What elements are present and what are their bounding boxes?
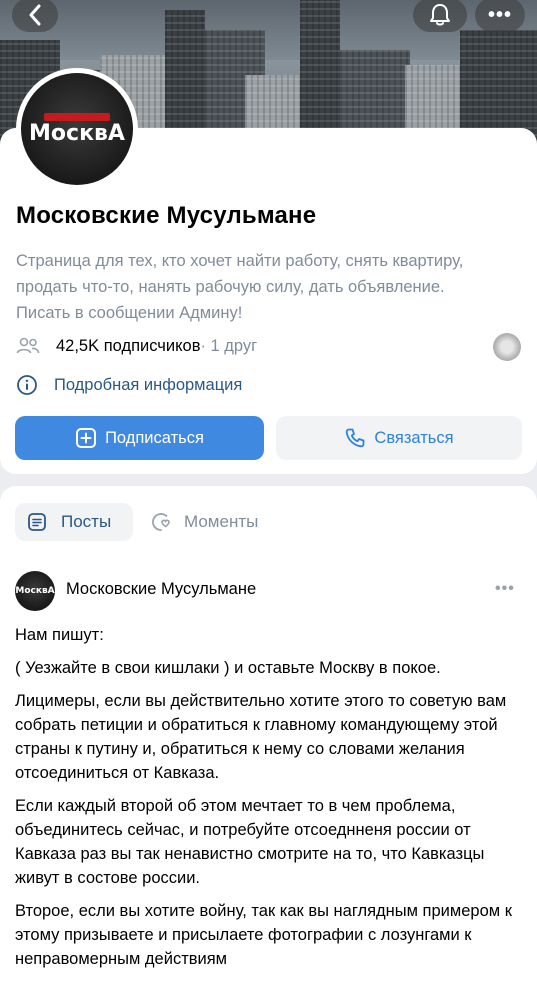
subscribe-button[interactable]: Подписаться bbox=[15, 416, 264, 460]
notifications-button[interactable] bbox=[413, 0, 467, 32]
avatar[interactable]: МосквА bbox=[16, 68, 138, 190]
info-icon bbox=[17, 375, 37, 395]
more-button[interactable]: ••• bbox=[475, 0, 525, 32]
post-paragraph: Второе, если вы хотите войну, так как вы… bbox=[15, 902, 512, 968]
friend-avatar[interactable] bbox=[493, 333, 521, 361]
avatar-logo-text: МосквА bbox=[29, 121, 125, 146]
post-avatar[interactable]: МосквА bbox=[15, 571, 55, 611]
page-title: Московские Мусульмане bbox=[16, 202, 317, 229]
page-description: Страница для тех, кто хочет найти работу… bbox=[16, 252, 464, 322]
plus-square-icon bbox=[76, 428, 97, 448]
moments-icon bbox=[152, 513, 170, 531]
contact-button[interactable]: Связаться bbox=[276, 416, 522, 460]
tab-posts-label: Посты bbox=[61, 512, 112, 531]
details-link[interactable]: Подробная информация bbox=[16, 374, 242, 396]
post-body: Нам пишут: ( Уезжайте в свои кишлаки ) и… bbox=[15, 623, 525, 980]
tab-posts[interactable]: Посты bbox=[15, 503, 133, 541]
chevron-left-icon bbox=[29, 4, 41, 26]
more-horizontal-icon: ••• bbox=[495, 580, 515, 597]
posts-icon bbox=[28, 513, 46, 531]
back-button[interactable] bbox=[12, 0, 58, 32]
tab-moments-label: Моменты bbox=[184, 512, 259, 531]
bell-icon bbox=[430, 4, 450, 26]
tab-moments[interactable]: Моменты bbox=[150, 503, 258, 541]
contact-label: Связаться bbox=[374, 428, 454, 447]
friends-count: · 1 друг bbox=[200, 336, 258, 355]
post-paragraph: Если каждый второй об этом мечтает то в … bbox=[15, 797, 485, 887]
post-more-button[interactable]: ••• bbox=[495, 580, 515, 598]
post-paragraph: Нам пишут: bbox=[15, 626, 104, 644]
post-author[interactable]: Московские Мусульмане bbox=[66, 580, 256, 599]
post-avatar-text: МосквА bbox=[15, 586, 55, 596]
subscribers-count: 42,5K подписчиков bbox=[56, 336, 201, 355]
post-paragraph: ( Уезжайте в свои кишлаки ) и оставьте М… bbox=[15, 659, 441, 677]
more-horizontal-icon: ••• bbox=[487, 3, 512, 26]
subscribers-row[interactable]: 42,5K подписчиков · 1 друг bbox=[16, 336, 257, 356]
users-icon bbox=[16, 337, 40, 354]
subscribe-label: Подписаться bbox=[105, 428, 204, 447]
phone-icon bbox=[346, 428, 365, 448]
post-paragraph: Лицимеры, если вы действительно хотите э… bbox=[15, 692, 507, 782]
details-link-label: Подробная информация bbox=[54, 375, 243, 394]
